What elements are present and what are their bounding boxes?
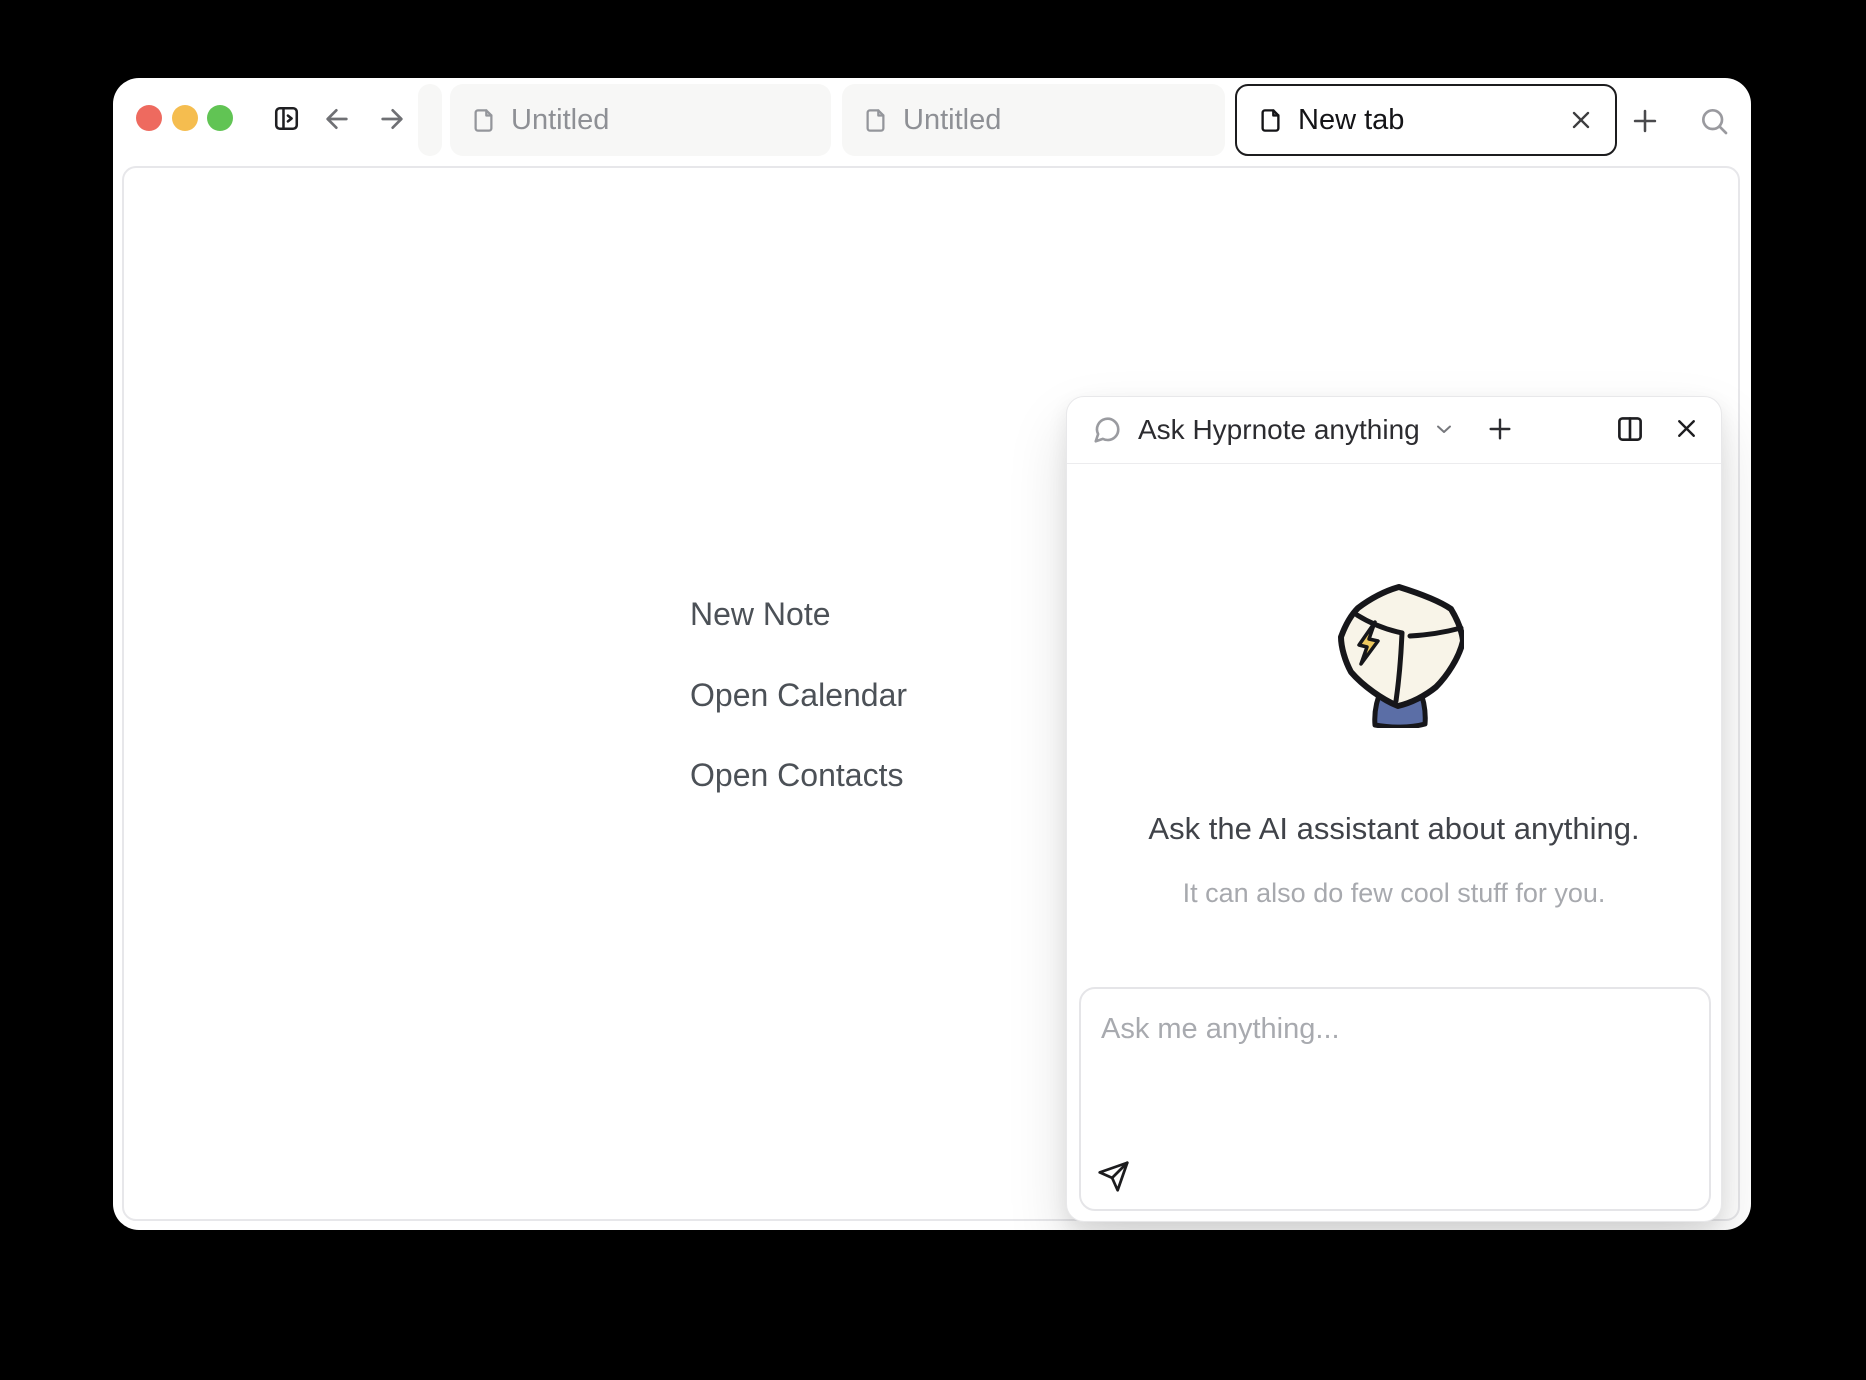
plus-icon bbox=[1484, 413, 1516, 448]
close-window-button[interactable] bbox=[136, 105, 162, 131]
close-tab-button[interactable] bbox=[1567, 106, 1595, 134]
tab-title: Untitled bbox=[903, 104, 1001, 137]
columns-icon bbox=[1615, 414, 1645, 447]
chevron-down-icon bbox=[1432, 417, 1456, 444]
open-contacts-link[interactable]: Open Contacts bbox=[690, 755, 903, 795]
assistant-hero-title: Ask the AI assistant about anything. bbox=[1067, 807, 1721, 851]
zoom-window-button[interactable] bbox=[207, 105, 233, 131]
tab-overflow-stub bbox=[418, 84, 442, 156]
conversation-dropdown-button[interactable] bbox=[1432, 418, 1456, 442]
minimize-window-button[interactable] bbox=[172, 105, 198, 131]
new-note-link[interactable]: New Note bbox=[690, 594, 831, 634]
new-tab-button[interactable] bbox=[1628, 104, 1662, 138]
assistant-header: Ask Hyprnote anything bbox=[1067, 397, 1721, 464]
forward-button[interactable] bbox=[376, 103, 408, 135]
close-icon bbox=[1567, 122, 1595, 137]
tab-untitled-1[interactable]: Untitled bbox=[450, 84, 831, 156]
arrow-left-icon bbox=[321, 103, 353, 135]
search-button[interactable] bbox=[1698, 105, 1730, 137]
search-icon bbox=[1698, 105, 1730, 137]
plus-icon bbox=[1628, 104, 1662, 138]
assistant-title: Ask Hyprnote anything bbox=[1138, 414, 1420, 446]
arrow-right-icon bbox=[376, 103, 408, 135]
tab-new-tab-active[interactable]: New tab bbox=[1235, 84, 1617, 156]
app-window: Untitled Untitled New tab New Note Open … bbox=[113, 78, 1751, 1230]
file-icon bbox=[1257, 107, 1284, 134]
send-message-button[interactable] bbox=[1097, 1160, 1130, 1193]
assistant-input-box bbox=[1079, 987, 1711, 1211]
tab-title: New tab bbox=[1298, 104, 1404, 137]
ai-assistant-panel: Ask Hyprnote anything bbox=[1066, 396, 1722, 1222]
assistant-message-input[interactable] bbox=[1081, 989, 1709, 1157]
sidebar-toggle-button[interactable] bbox=[271, 103, 302, 134]
close-icon bbox=[1672, 414, 1701, 446]
assistant-hero-subtitle: It can also do few cool stuff for you. bbox=[1067, 874, 1721, 912]
close-panel-button[interactable] bbox=[1672, 416, 1701, 445]
tab-title: Untitled bbox=[511, 104, 609, 137]
robot-mascot-illustration bbox=[1336, 584, 1464, 728]
file-icon bbox=[470, 107, 497, 134]
new-chat-button[interactable] bbox=[1484, 414, 1516, 446]
tab-untitled-2[interactable]: Untitled bbox=[842, 84, 1225, 156]
send-icon bbox=[1097, 1181, 1130, 1196]
file-icon bbox=[862, 107, 889, 134]
back-button[interactable] bbox=[321, 103, 353, 135]
dock-panel-button[interactable] bbox=[1615, 415, 1645, 445]
open-calendar-link[interactable]: Open Calendar bbox=[690, 675, 907, 715]
panel-left-open-icon bbox=[272, 104, 301, 133]
chat-bubble-icon bbox=[1092, 415, 1122, 445]
